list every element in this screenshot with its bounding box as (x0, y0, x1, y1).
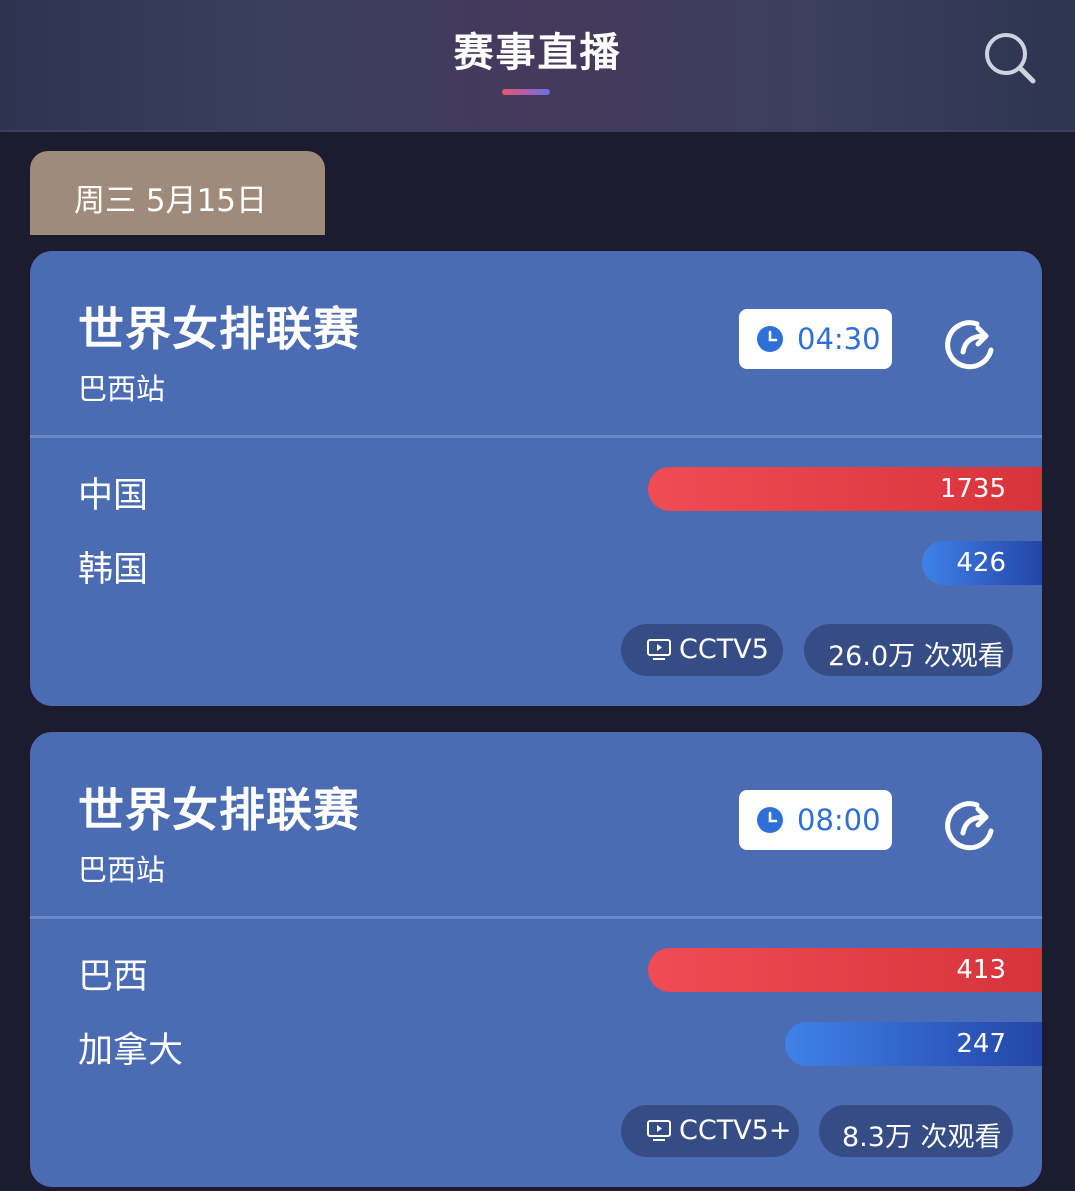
home-support-bar[interactable]: 413 (648, 948, 1042, 992)
share-button[interactable] (941, 795, 1003, 857)
clock-icon (757, 326, 783, 352)
start-time: 08:00 (797, 803, 881, 837)
card-divider (30, 916, 1042, 919)
card-divider (30, 435, 1042, 438)
channel-pill[interactable]: CCTV5 (621, 624, 783, 676)
home-support-bar[interactable]: 1735 (648, 467, 1042, 511)
title-active-indicator (502, 89, 550, 95)
share-button[interactable] (941, 314, 1003, 376)
view-count: 26.0万 次观看 (828, 641, 1005, 672)
views-pill: 8.3万 次观看 (819, 1105, 1013, 1157)
match-subtitle: 巴西站 (78, 853, 166, 887)
match-card[interactable]: 世界女排联赛 巴西站 08:00 巴西 413 加拿大 247 CCTV5+ 8… (30, 732, 1042, 1187)
search-button[interactable] (982, 30, 1038, 86)
share-icon (945, 801, 994, 851)
match-title: 世界女排联赛 (78, 302, 360, 356)
start-time-badge: 08:00 (739, 790, 892, 850)
home-support-count: 1735 (939, 474, 1006, 504)
match-title: 世界女排联赛 (78, 783, 360, 837)
away-support-count: 426 (956, 548, 1006, 578)
tv-play-icon (647, 1120, 671, 1141)
view-count: 8.3万 次观看 (842, 1122, 1002, 1153)
away-support-bar[interactable]: 426 (922, 541, 1042, 585)
share-icon (945, 320, 994, 370)
tv-play-icon (647, 639, 671, 660)
away-team-name: 加拿大 (78, 1031, 184, 1071)
views-pill: 26.0万 次观看 (804, 624, 1013, 676)
match-subtitle: 巴西站 (78, 372, 166, 406)
away-support-count: 247 (956, 1029, 1006, 1059)
channel-name: CCTV5 (679, 634, 769, 665)
home-team-name: 中国 (78, 476, 149, 516)
page-title: 赛事直播 (453, 30, 622, 76)
search-icon (985, 33, 1036, 84)
match-card[interactable]: 世界女排联赛 巴西站 04:30 中国 1735 韩国 426 CCTV5 26… (30, 251, 1042, 706)
date-tab[interactable]: 周三 5月15日 (30, 151, 325, 235)
start-time-badge: 04:30 (739, 309, 892, 369)
home-support-count: 413 (956, 955, 1006, 985)
start-time: 04:30 (797, 322, 881, 356)
clock-icon (757, 807, 783, 833)
channel-pill[interactable]: CCTV5+ (621, 1105, 799, 1157)
away-support-bar[interactable]: 247 (785, 1022, 1042, 1066)
home-team-name: 巴西 (78, 957, 149, 997)
channel-name: CCTV5+ (679, 1115, 792, 1146)
top-header: 赛事直播 (0, 0, 1075, 132)
date-label: 周三 5月15日 (74, 183, 268, 219)
away-team-name: 韩国 (78, 550, 149, 590)
